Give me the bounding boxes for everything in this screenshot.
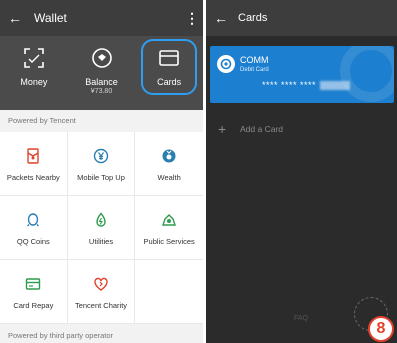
page-title: Cards [238, 12, 268, 24]
service-label: Public Services [143, 236, 195, 246]
qq-icon [23, 210, 43, 230]
bank-card[interactable]: COMM Debit Card **** **** **** [210, 46, 394, 103]
back-arrow-icon[interactable]: ← [214, 10, 234, 26]
cards-header: ← Cards [206, 0, 397, 36]
service-label: Packets Nearby [6, 172, 60, 182]
add-card-label: Add a Card [240, 124, 283, 134]
scan-icon [21, 45, 47, 71]
service-empty-cell [135, 260, 203, 324]
card-number-masked: **** **** **** [262, 80, 317, 90]
bank-name: COMM [240, 55, 269, 65]
balance-amount: ¥73.80 [90, 88, 113, 95]
card-number: **** **** **** [262, 80, 351, 91]
card-repay-icon [23, 274, 43, 294]
wealth-icon [159, 146, 179, 166]
service-label: Tencent Charity [74, 300, 128, 310]
service-label: QQ Coins [16, 236, 50, 246]
service-public-services[interactable]: Public Services [135, 196, 203, 260]
powered-by-tencent-label: Powered by Tencent [0, 110, 203, 132]
service-label: Card Repay [13, 300, 54, 310]
faq-link[interactable]: FAQ [294, 315, 308, 322]
back-arrow-icon[interactable]: ← [8, 10, 28, 26]
service-mobile-top-up[interactable]: Mobile Top Up [67, 132, 136, 196]
card-watermark-icon [340, 46, 394, 102]
card-number-blur [320, 81, 351, 91]
plus-icon: + [218, 121, 227, 137]
add-card-button[interactable]: + Add a Card [218, 121, 283, 137]
bank-logo-icon [217, 55, 235, 73]
service-card-repay[interactable]: Card Repay [0, 260, 68, 324]
wallet-panel: ← Wallet ⋮ Money Balance ¥73.80 Cards Po… [0, 0, 203, 343]
money-label: Money [20, 77, 48, 87]
wallet-top-bar: Money Balance ¥73.80 Cards [0, 36, 203, 110]
wallet-header: ← Wallet ⋮ [0, 0, 203, 36]
service-utilities[interactable]: Utilities [67, 196, 136, 260]
page-title: Wallet [34, 11, 67, 25]
balance-label: Balance [85, 77, 118, 87]
cards-button[interactable]: Cards [135, 36, 203, 110]
card-type: Debit Card [240, 67, 269, 73]
yen-phone-icon [91, 146, 111, 166]
third-party-label: Powered by third party operator [0, 327, 203, 343]
services-grid: Packets Nearby Mobile Top Up Wealth QQ C… [0, 132, 203, 324]
service-label: Mobile Top Up [77, 172, 125, 182]
step-number-badge: 8 [368, 316, 394, 342]
utilities-icon [91, 210, 111, 230]
charity-heart-icon [91, 274, 111, 294]
service-label: Wealth [157, 172, 181, 182]
coin-icon [89, 45, 115, 71]
public-services-icon [159, 210, 179, 230]
service-tencent-charity[interactable]: Tencent Charity [67, 260, 136, 324]
service-wealth[interactable]: Wealth [135, 132, 203, 196]
balance-button[interactable]: Balance ¥73.80 [68, 36, 136, 110]
cards-highlight-ring [141, 39, 198, 95]
cards-panel: ← Cards COMM Debit Card **** **** **** +… [206, 0, 397, 343]
service-packets-nearby[interactable]: Packets Nearby [0, 132, 68, 196]
money-button[interactable]: Money [0, 36, 68, 110]
more-menu-icon[interactable]: ⋮ [185, 10, 199, 27]
red-packet-icon [23, 146, 43, 166]
service-label: Utilities [88, 236, 114, 246]
service-qq-coins[interactable]: QQ Coins [0, 196, 68, 260]
